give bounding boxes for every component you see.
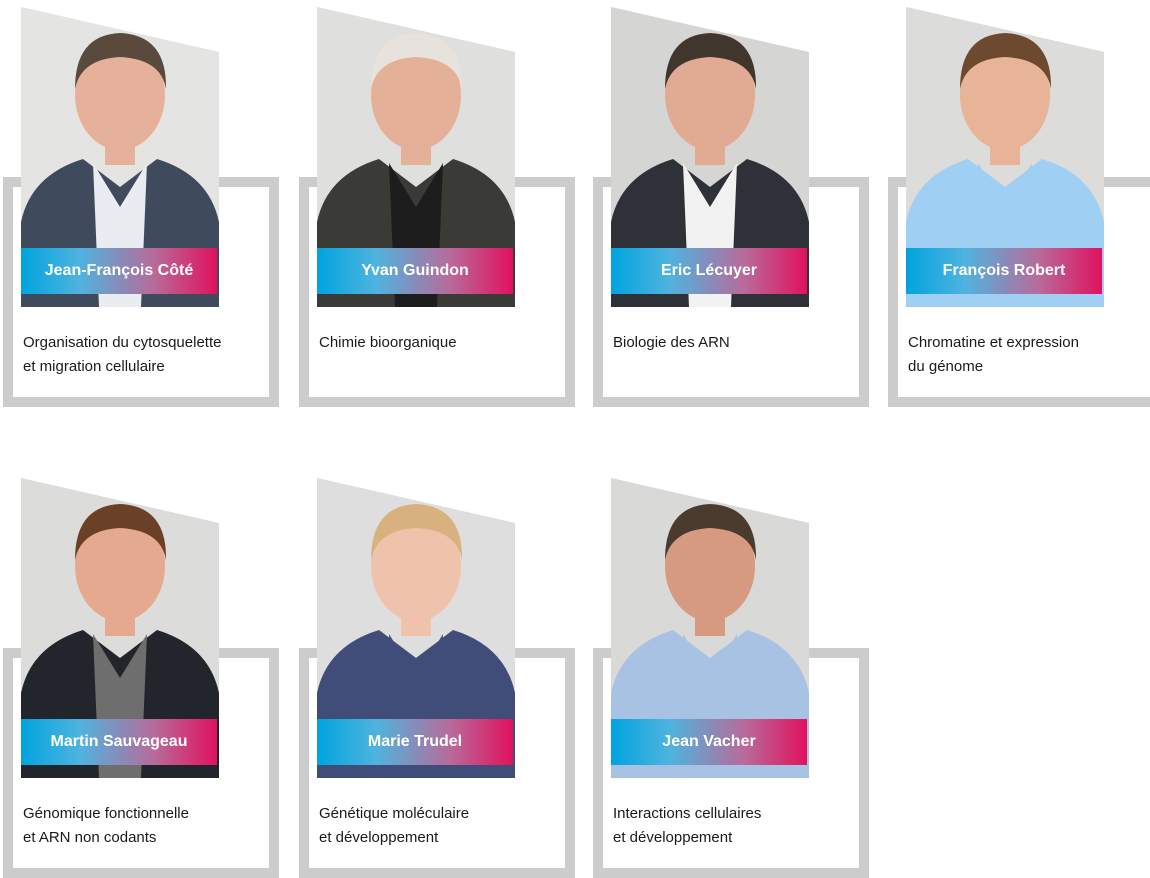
research-topic: Génétique moléculaire et développement [319,802,565,850]
topic-line: Chimie bioorganique [319,334,457,351]
research-topic: Génomique fonctionnelle et ARN non codan… [23,802,269,850]
topic-line: et développement [319,829,439,846]
researcher-name[interactable]: Jean Vacher [611,719,807,765]
researcher-card[interactable]: François Robert Chromatine et expression… [888,7,1150,407]
researcher-card[interactable]: Yvan Guindon Chimie bioorganique [299,7,575,407]
topic-line: du génome [908,358,984,375]
topic-line: et migration cellulaire [23,358,165,375]
topic-line: Chromatine et expression [908,334,1079,351]
research-topic: Chromatine et expression du génome [908,331,1150,379]
research-topic: Chimie bioorganique [319,331,565,355]
researcher-card[interactable]: Marie Trudel Génétique moléculaire et dé… [299,478,575,878]
researcher-card[interactable]: Eric Lécuyer Biologie des ARN [593,7,869,407]
researcher-card[interactable]: Jean-François Côté Organisation du cytos… [3,7,279,407]
topic-line: Organisation du cytosquelette [23,334,222,351]
topic-line: Biologie des ARN [613,334,730,351]
researcher-name[interactable]: François Robert [906,248,1102,294]
researcher-name[interactable]: Jean-François Côté [21,248,217,294]
topic-line: et développement [613,829,733,846]
researcher-card[interactable]: Martin Sauvageau Génomique fonctionnelle… [3,478,279,878]
topic-line: et ARN non codants [23,829,157,846]
researcher-name[interactable]: Eric Lécuyer [611,248,807,294]
research-topic: Biologie des ARN [613,331,859,355]
researcher-name[interactable]: Yvan Guindon [317,248,513,294]
topic-line: Génétique moléculaire [319,805,470,822]
researcher-name[interactable]: Marie Trudel [317,719,513,765]
researcher-name[interactable]: Martin Sauvageau [21,719,217,765]
topic-line: Interactions cellulaires [613,805,762,822]
researcher-card[interactable]: Jean Vacher Interactions cellulaires et … [593,478,869,878]
research-topic: Interactions cellulaires et développemen… [613,802,859,850]
topic-line: Génomique fonctionnelle [23,805,189,822]
research-topic: Organisation du cytosquelette et migrati… [23,331,269,379]
